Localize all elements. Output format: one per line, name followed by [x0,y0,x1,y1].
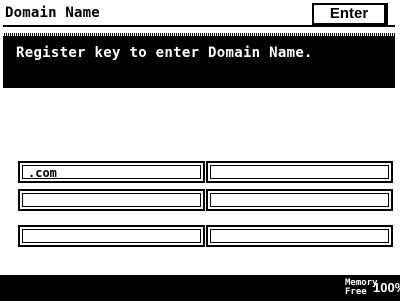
status-bar [0,275,400,301]
domain-key-6[interactable] [206,225,393,247]
domain-key-3[interactable] [18,189,205,211]
domain-key-1[interactable]: .com [18,161,205,183]
enter-button[interactable]: Enter [312,3,388,27]
message-panel: Register key to enter Domain Name. [3,33,395,88]
domain-key-label: .com [28,166,57,180]
instruction-message: Register key to enter Domain Name. [16,45,313,61]
domain-key-5[interactable] [18,225,205,247]
domain-key-4[interactable] [206,189,393,211]
domain-key-2[interactable] [206,161,393,183]
page-title: Domain Name [5,5,100,21]
memory-value: 100% [373,280,400,295]
